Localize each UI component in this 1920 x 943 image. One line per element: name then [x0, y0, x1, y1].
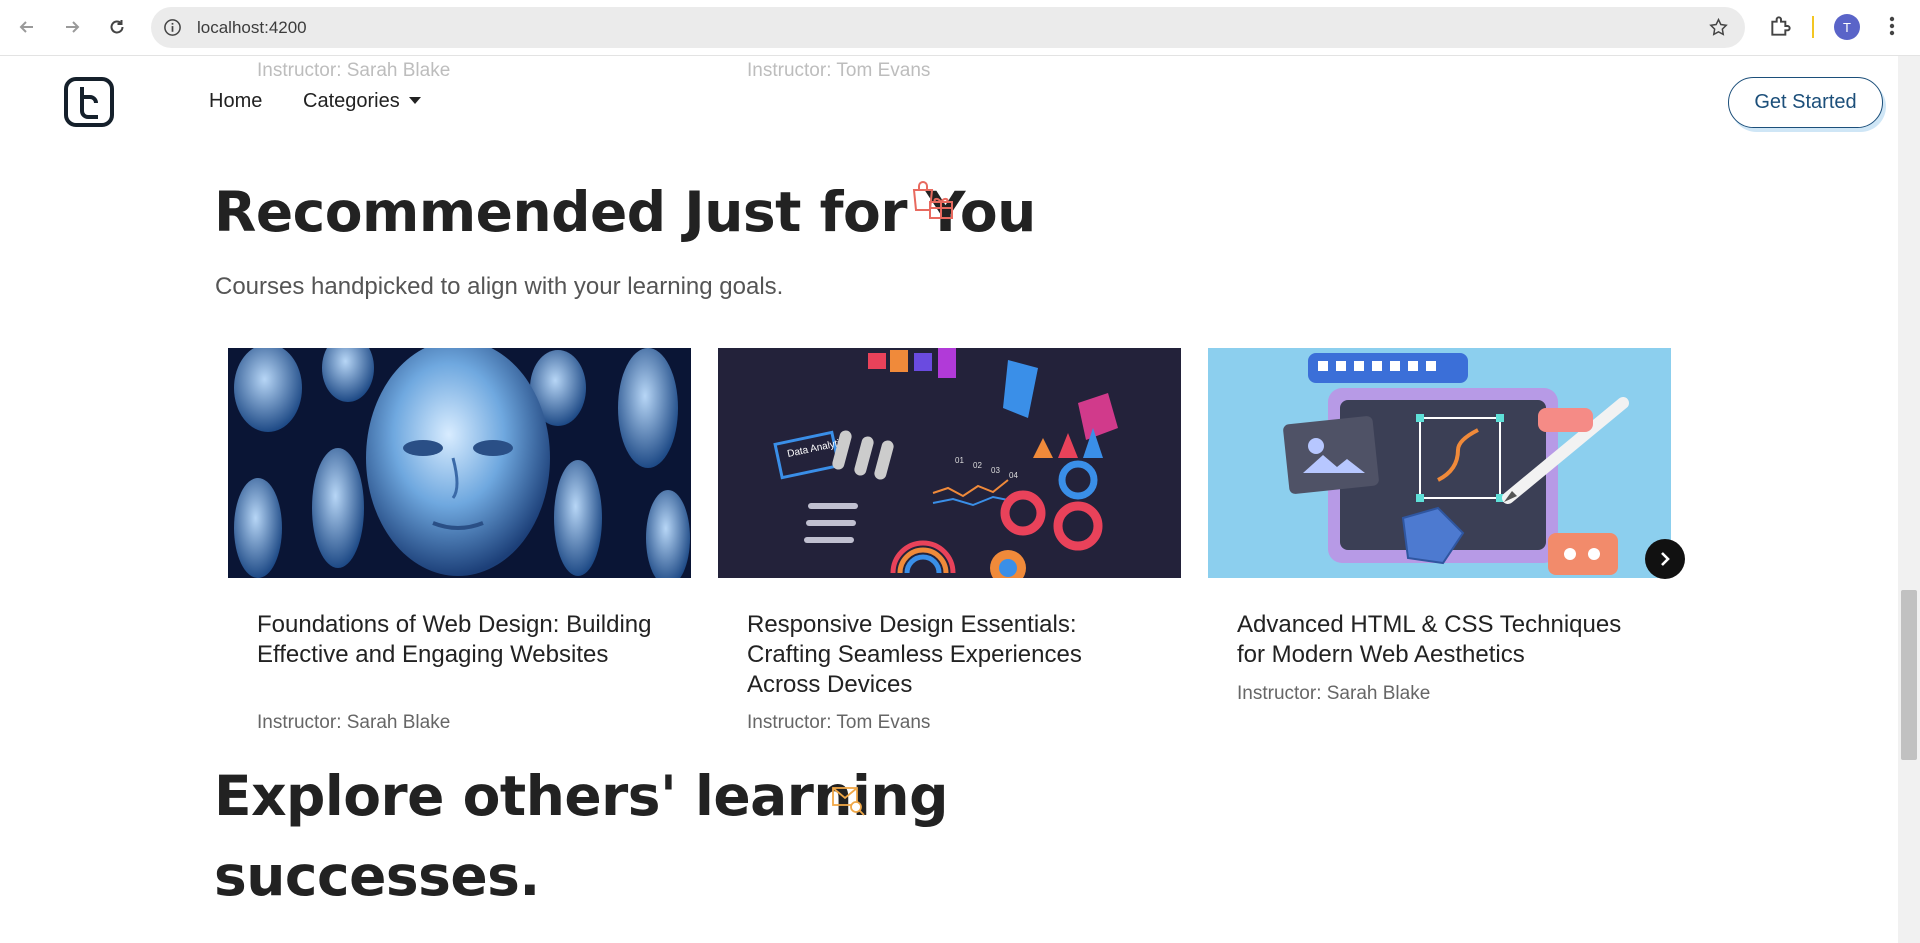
toolbar-separator: [1812, 16, 1814, 38]
browser-menu-icon[interactable]: [1882, 13, 1902, 39]
data-analytics-illustration: Data Analytics 01 02 03 04: [718, 348, 1181, 578]
browser-toolbar: localhost:4200 T: [0, 0, 1920, 56]
robot-illustration: [228, 348, 691, 578]
course-card-3-title[interactable]: Advanced HTML & CSS Techniques for Moder…: [1237, 610, 1647, 670]
tick-label-02: 02: [973, 461, 982, 470]
explore-title-line-2: successes.: [214, 844, 540, 908]
course-card-2-title[interactable]: Responsive Design Essentials: Crafting S…: [747, 610, 1157, 700]
design-tablet-illustration: [1208, 348, 1671, 578]
profile-avatar[interactable]: T: [1834, 14, 1860, 40]
course-card-3-instructor: Instructor: Sarah Blake: [1237, 683, 1431, 704]
course-card-1-image[interactable]: [228, 348, 691, 578]
course-card-1-instructor: Instructor: Sarah Blake: [257, 712, 451, 733]
address-url[interactable]: localhost:4200: [197, 18, 307, 38]
tick-label-01: 01: [955, 456, 964, 465]
forward-arrow-icon: [66, 21, 80, 33]
back-button[interactable]: [12, 12, 42, 42]
forward-button[interactable]: [57, 12, 87, 42]
reload-button[interactable]: [102, 12, 132, 42]
chevron-right-icon: [1661, 552, 1670, 566]
course-card-2-image[interactable]: Data Analytics 01 02 03 04: [718, 348, 1181, 578]
extensions-puzzle-icon[interactable]: [1768, 13, 1794, 39]
mail-search-icon: [832, 787, 865, 816]
bookmark-star-icon[interactable]: [1708, 17, 1729, 38]
nav-home-link[interactable]: Home: [209, 90, 262, 113]
recommended-subtitle: Courses handpicked to align with your le…: [215, 273, 784, 300]
nav-categories-dropdown[interactable]: Categories: [303, 90, 421, 113]
course-card-3-image[interactable]: [1208, 348, 1671, 578]
gift-shopping-icon: [912, 181, 953, 219]
course-card-2-instructor: Instructor: Tom Evans: [747, 712, 931, 733]
scrollbar-thumb[interactable]: [1901, 590, 1917, 760]
site-info-icon[interactable]: [163, 18, 182, 37]
tick-label-03: 03: [991, 466, 1000, 475]
back-arrow-icon: [19, 21, 33, 33]
address-bar[interactable]: localhost:4200: [151, 7, 1745, 48]
caret-down-icon: [408, 97, 421, 104]
course-card-1-title[interactable]: Foundations of Web Design: Building Effe…: [257, 610, 667, 670]
brand-logo-icon[interactable]: [64, 77, 114, 127]
carousel-next-button[interactable]: [1645, 539, 1685, 579]
site-header: Home Categories Get Started: [0, 60, 1898, 145]
tick-label-04: 04: [1009, 471, 1018, 480]
page-scrollbar[interactable]: [1898, 56, 1920, 943]
reload-icon: [110, 20, 124, 34]
get-started-button[interactable]: Get Started: [1728, 77, 1883, 128]
